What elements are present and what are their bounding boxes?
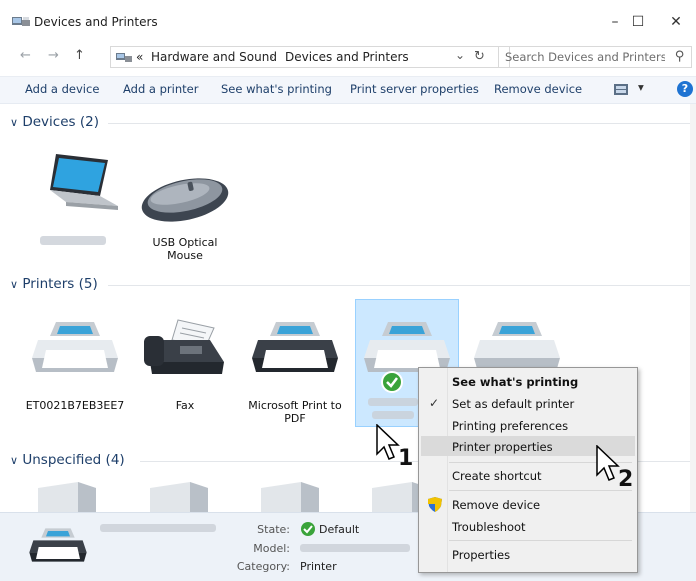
print-server-properties-button[interactable]: Print server properties	[350, 82, 479, 96]
see-whats-printing-button[interactable]: See what's printing	[221, 82, 332, 96]
unspecified-device-item[interactable]	[261, 482, 319, 515]
help-icon[interactable]: ?	[677, 81, 693, 97]
forward-arrow-icon: →	[48, 48, 59, 63]
selected-printer-label-redacted	[368, 398, 418, 406]
printer-dark-icon	[29, 528, 87, 562]
model-label: Model:	[253, 542, 290, 555]
maximize-icon: ☐	[631, 14, 645, 30]
callout-step-2: 2	[618, 467, 634, 492]
category-value: Printer	[300, 560, 337, 573]
view-options-icon[interactable]	[614, 84, 628, 98]
callout-step-1: 1	[398, 446, 414, 471]
device-laptop[interactable]	[38, 152, 118, 217]
server-icon	[150, 482, 208, 512]
mouse-icon	[141, 178, 229, 222]
unspecified-device-item[interactable]	[38, 482, 96, 515]
refresh-icon[interactable]: ↻	[474, 49, 485, 64]
group-devices-label: Devices (2)	[22, 114, 99, 130]
divider	[108, 285, 694, 286]
menu-gutter	[447, 368, 448, 572]
check-icon: ✓	[429, 396, 440, 410]
maximize-button[interactable]: ☐	[618, 8, 658, 36]
address-bar[interactable]: « Hardware and Sound › Devices and Print…	[110, 46, 510, 68]
server-icon	[38, 482, 96, 512]
window-title: Devices and Printers	[34, 15, 158, 29]
menu-properties[interactable]: Properties	[452, 548, 510, 562]
printer-dark-icon	[252, 322, 338, 372]
cursor-arrow-icon	[596, 444, 620, 488]
state-value: Default	[319, 523, 360, 536]
fax-icon	[144, 319, 224, 374]
menu-printer-properties[interactable]: Printer properties	[452, 440, 553, 454]
device-usb-optical-mouse[interactable]	[140, 172, 230, 227]
default-status-icon	[301, 522, 315, 536]
menu-remove-device[interactable]: Remove device	[452, 498, 540, 512]
selected-printer-label-redacted	[372, 411, 414, 419]
microsoft-print-to-pdf-label: Microsoft Print to PDF	[248, 399, 342, 425]
chevron-down-icon: ∨	[10, 278, 19, 291]
unspecified-device-item[interactable]	[150, 482, 208, 515]
printer-icon	[32, 322, 118, 372]
location-icon	[116, 51, 132, 67]
microsoft-print-to-pdf-item[interactable]	[250, 318, 340, 379]
vertical-scrollbar[interactable]	[690, 104, 696, 512]
category-label: Category:	[236, 560, 290, 573]
device-laptop-label-redacted	[40, 236, 106, 245]
printer-item[interactable]	[30, 318, 120, 379]
title-bar: Devices and Printers – ☐ ✕	[0, 0, 696, 40]
breadcrumb-separator: ›	[269, 50, 274, 64]
breadcrumb-overflow[interactable]: «	[136, 50, 143, 64]
search-icon[interactable]: ⚲	[675, 49, 685, 64]
menu-separator	[449, 490, 632, 491]
remove-device-button[interactable]: Remove device	[494, 82, 582, 96]
search-input[interactable]	[505, 48, 665, 66]
search-box[interactable]: ⚲	[498, 46, 692, 68]
model-value-redacted	[300, 544, 410, 552]
group-devices-header[interactable]: ∨ Devices (2)	[10, 114, 99, 130]
fax-item[interactable]	[140, 318, 230, 381]
menu-troubleshoot[interactable]: Troubleshoot	[452, 520, 526, 534]
shield-icon	[428, 497, 442, 515]
menu-printing-preferences[interactable]: Printing preferences	[452, 419, 568, 433]
chevron-down-icon: ∨	[10, 116, 19, 129]
command-bar: Add a device Add a printer See what's pr…	[0, 76, 696, 104]
details-printer-icon-wrap	[28, 525, 88, 568]
laptop-icon	[50, 154, 118, 210]
menu-create-shortcut[interactable]: Create shortcut	[452, 469, 542, 483]
group-printers-label: Printers (5)	[22, 276, 98, 292]
add-printer-button[interactable]: Add a printer	[123, 82, 198, 96]
up-arrow-icon: ↑	[74, 48, 85, 63]
menu-set-as-default-printer[interactable]: Set as default printer	[452, 397, 574, 411]
state-label: State:	[257, 523, 290, 536]
default-badge-icon	[381, 371, 403, 393]
fax-label: Fax	[175, 399, 195, 412]
printer-label: ET0021B7EB3EE7	[25, 399, 125, 412]
group-printers-header[interactable]: ∨ Printers (5)	[10, 276, 98, 292]
group-unspecified-header[interactable]: ∨ Unspecified (4)	[10, 452, 125, 468]
breadcrumb-devices-and-printers[interactable]: Devices and Printers	[285, 50, 409, 64]
server-icon	[261, 482, 319, 512]
view-dropdown-icon[interactable]: ▾	[638, 80, 644, 94]
add-device-button[interactable]: Add a device	[25, 82, 99, 96]
devices-printers-app-icon	[12, 14, 30, 27]
chevron-down-icon: ∨	[10, 454, 19, 467]
address-dropdown-icon[interactable]: ⌄	[455, 48, 465, 62]
menu-see-whats-printing[interactable]: See what's printing	[452, 375, 578, 389]
back-button[interactable]: ←	[20, 48, 31, 63]
forward-button[interactable]: →	[48, 48, 59, 63]
group-unspecified-label: Unspecified (4)	[22, 452, 125, 468]
menu-separator	[449, 540, 632, 541]
back-arrow-icon: ←	[20, 48, 31, 63]
divider	[108, 123, 694, 124]
close-button[interactable]: ✕	[656, 8, 696, 36]
breadcrumb-hardware-and-sound[interactable]: Hardware and Sound	[151, 50, 277, 64]
cursor-arrow-icon	[376, 423, 400, 467]
device-usb-optical-mouse-label: USB Optical Mouse	[152, 236, 218, 262]
details-name-redacted	[100, 524, 216, 532]
up-button[interactable]: ↑	[74, 48, 85, 63]
close-icon: ✕	[670, 14, 682, 30]
